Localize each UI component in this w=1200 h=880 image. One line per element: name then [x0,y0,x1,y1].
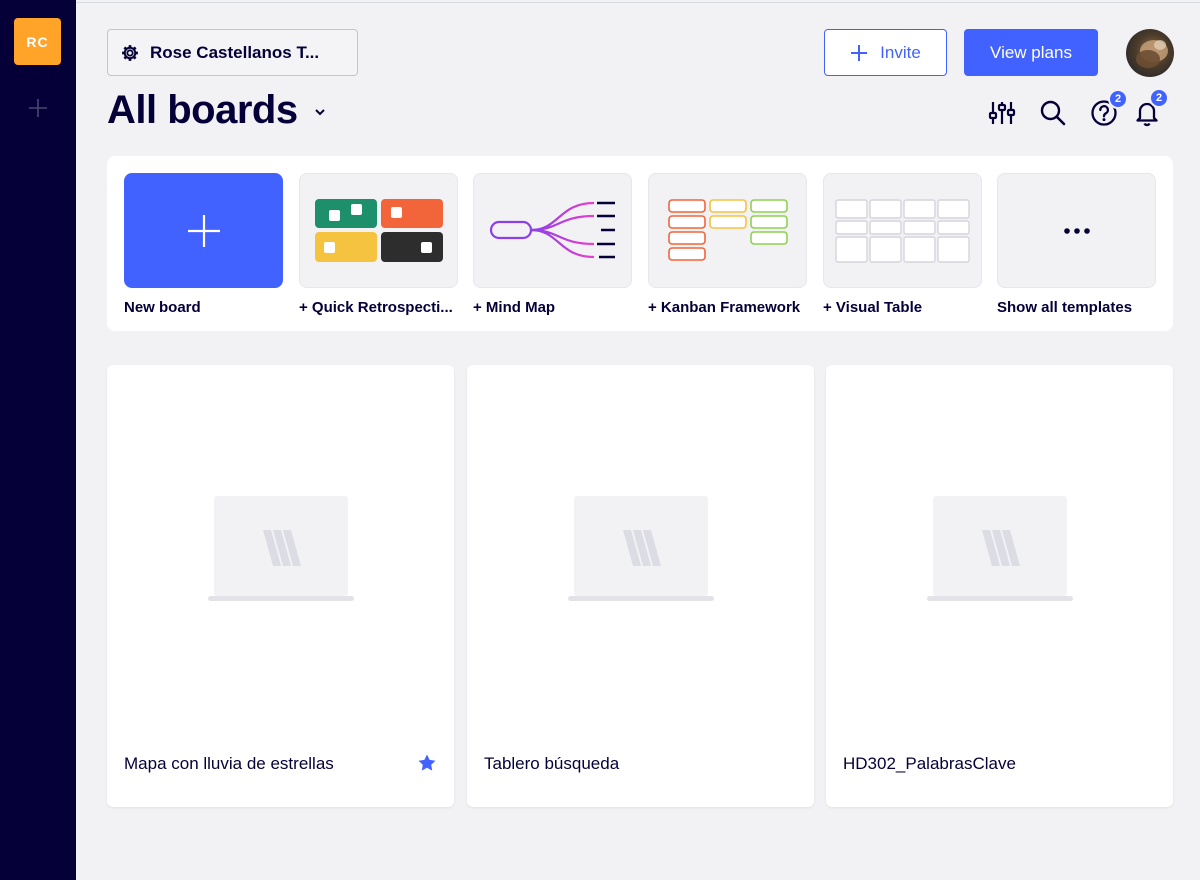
template-mind-map[interactable]: + Mind Map [473,173,633,316]
template-label: + Kanban Framework [648,299,801,316]
show-all-thumbnail[interactable] [997,173,1156,288]
board-placeholder-icon [568,496,714,601]
board-placeholder-icon [208,496,354,601]
visual-table-thumbnail[interactable] [823,173,982,288]
more-icon [1063,227,1090,234]
user-avatar[interactable] [1126,29,1174,77]
kanban-thumbnail[interactable] [648,173,807,288]
board-name: Mapa con lluvia de estrellas [124,754,334,773]
notifications-badge: 2 [1149,88,1169,108]
template-label: Show all templates [997,299,1133,316]
board-name: HD302_PalabrasClave [843,754,1016,773]
team-name: Rose Castellanos T... [150,42,320,62]
plus-icon [851,44,868,61]
page-title[interactable]: All boards [107,88,298,133]
search-icon [1040,100,1066,126]
sidebar: RC [0,0,76,880]
template-show-all[interactable]: Show all templates [997,173,1157,316]
team-switcher-button[interactable]: Rose Castellanos T... [107,29,358,76]
board-name: Tablero búsqueda [484,754,620,773]
templates-strip: New board + Quick Retrospecti... + Mind … [107,156,1173,331]
chevron-down-icon[interactable] [313,107,327,117]
star-icon[interactable] [417,753,437,773]
plus-icon [29,99,47,117]
view-plans-button[interactable]: View plans [964,29,1098,76]
main-content: Rose Castellanos T... Invite View plans … [76,2,1200,880]
board-card[interactable]: HD302_PalabrasClave [826,365,1173,807]
filter-button[interactable] [986,97,1018,129]
board-card[interactable]: Mapa con lluvia de estrellas [107,365,454,807]
template-label: New board [124,299,201,316]
template-kanban-framework[interactable]: + Kanban Framework [648,173,808,316]
template-label: + Mind Map [473,299,556,316]
mind-map-thumbnail[interactable] [473,173,632,288]
add-workspace-button[interactable] [26,96,50,120]
template-new-board[interactable]: New board [124,173,284,316]
retrospective-thumbnail[interactable] [299,173,458,288]
workspace-avatar[interactable]: RC [14,18,61,65]
invite-label: Invite [880,42,921,62]
board-card[interactable]: Tablero búsqueda [467,365,814,807]
view-plans-label: View plans [990,42,1072,62]
template-label: + Quick Retrospecti... [299,299,453,316]
plus-icon [187,214,220,247]
sliders-icon [988,102,1016,124]
help-badge: 2 [1108,89,1128,109]
new-board-thumbnail[interactable] [124,173,283,288]
template-visual-table[interactable]: + Visual Table [823,173,983,316]
avatar-photo [1136,40,1168,68]
template-label: + Visual Table [823,299,923,316]
search-button[interactable] [1037,97,1069,129]
board-placeholder-icon [927,496,1073,601]
gear-icon [122,44,138,61]
invite-button[interactable]: Invite [824,29,947,76]
template-quick-retrospective[interactable]: + Quick Retrospecti... [299,173,459,316]
